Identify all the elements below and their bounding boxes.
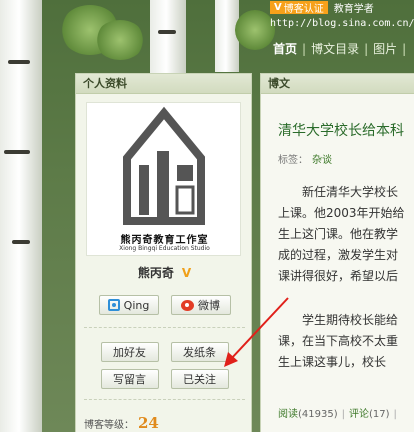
tags-label: 标签： (278, 155, 308, 166)
bark-mark (4, 150, 30, 154)
nav-separator: | (402, 41, 407, 56)
foliage (95, 20, 145, 60)
birch-trunk (0, 0, 42, 432)
followed-button[interactable]: 已关注 (170, 369, 229, 389)
stats-separator: | (341, 409, 345, 420)
add-friend-button[interactable]: 加好友 (100, 342, 159, 362)
article-tags: 标签： 杂谈 (278, 151, 332, 166)
send-note-button[interactable]: 发纸条 (170, 342, 229, 362)
blog-level-label: 博客等级： (84, 419, 134, 431)
avatar[interactable]: 熊丙奇教育工作室 Xiong Bingqi Education Studio (86, 102, 241, 256)
divider (84, 399, 245, 400)
profile-panel: 个人资料 熊丙奇教育工作室 Xiong Bingqi Education Stu… (75, 73, 252, 432)
verified-badge[interactable]: V 博客认证 (270, 0, 328, 15)
read-count: (41935) (298, 409, 338, 420)
paragraph-line: 成的过程，激发学生对 (278, 248, 399, 262)
qing-icon (107, 299, 120, 311)
divider (84, 327, 245, 328)
weibo-button[interactable]: 微博 (170, 295, 231, 315)
certification-badge: V 博客认证 教育学者 (270, 0, 374, 15)
stats-separator: | (393, 409, 397, 420)
action-buttons-row: 写留言 已关注 (76, 369, 253, 389)
verified-v-icon: V (181, 266, 192, 280)
article-stats: 阅读(41935) | 评论(17) | (278, 405, 401, 420)
article-paragraph: 学生期待校长能给 课，在当下高校不太重 生上课这事儿，校长 (278, 310, 414, 373)
leave-message-button[interactable]: 写留言 (100, 369, 159, 389)
paragraph-line: 课讲得很好，希望以后 (278, 269, 399, 283)
nav-blog-list[interactable]: 博文目录 (306, 40, 364, 57)
blog-level-value: 24 (138, 414, 159, 432)
article-title[interactable]: 清华大学校长给本科 (278, 120, 404, 140)
social-buttons: Qing 微博 (76, 295, 253, 315)
username: 熊丙奇 V (76, 264, 253, 281)
username-text[interactable]: 熊丙奇 (138, 266, 174, 280)
avatar-caption: 熊丙奇教育工作室 (120, 235, 209, 246)
article-panel: 博文 清华大学校长给本科 标签： 杂谈 新任清华大学校长 上课。他2003年开始给… (260, 73, 414, 432)
top-nav: 首页 | 博文目录 | 图片 | (268, 40, 406, 57)
avatar-caption-en: Xiong Bingqi Education Studio (119, 245, 210, 252)
paragraph-line: 课，在当下高校不太重 (278, 334, 399, 348)
weibo-icon (181, 299, 194, 311)
profile-panel-title: 个人资料 (76, 74, 251, 94)
paragraph-line: 生上这门课。他在教学 (278, 227, 399, 241)
read-link[interactable]: 阅读 (278, 409, 298, 420)
qing-button[interactable]: Qing (98, 295, 159, 315)
studio-logo-icon (123, 106, 205, 225)
bark-mark (158, 30, 176, 34)
nav-home[interactable]: 首页 (268, 40, 302, 57)
blog-url[interactable]: http://blog.sina.com.cn/bqx (270, 18, 414, 29)
paragraph-line: 上课。他2003年开始给 (278, 206, 405, 220)
badge-description: 教育学者 (333, 3, 374, 15)
bark-mark (12, 240, 30, 244)
action-buttons-row: 加好友 发纸条 (76, 342, 253, 362)
article-panel-title: 博文 (261, 74, 414, 94)
v-icon: V (274, 1, 282, 13)
paragraph-line: 新任清华大学校长 (302, 185, 399, 199)
tag-link[interactable]: 杂谈 (312, 155, 332, 166)
comment-count: (17) (369, 409, 390, 420)
paragraph-line: 生上课这事儿，校长 (278, 355, 387, 369)
comment-link[interactable]: 评论 (349, 409, 369, 420)
bark-mark (8, 60, 30, 64)
paragraph-line: 学生期待校长能给 (302, 313, 399, 327)
blog-level: 博客等级： 24 (84, 414, 159, 432)
article-paragraph: 新任清华大学校长 上课。他2003年开始给 生上这门课。他在教学 成的过程，激发… (278, 182, 414, 287)
birch-trunk (150, 0, 186, 80)
nav-pictures[interactable]: 图片 (368, 40, 402, 57)
